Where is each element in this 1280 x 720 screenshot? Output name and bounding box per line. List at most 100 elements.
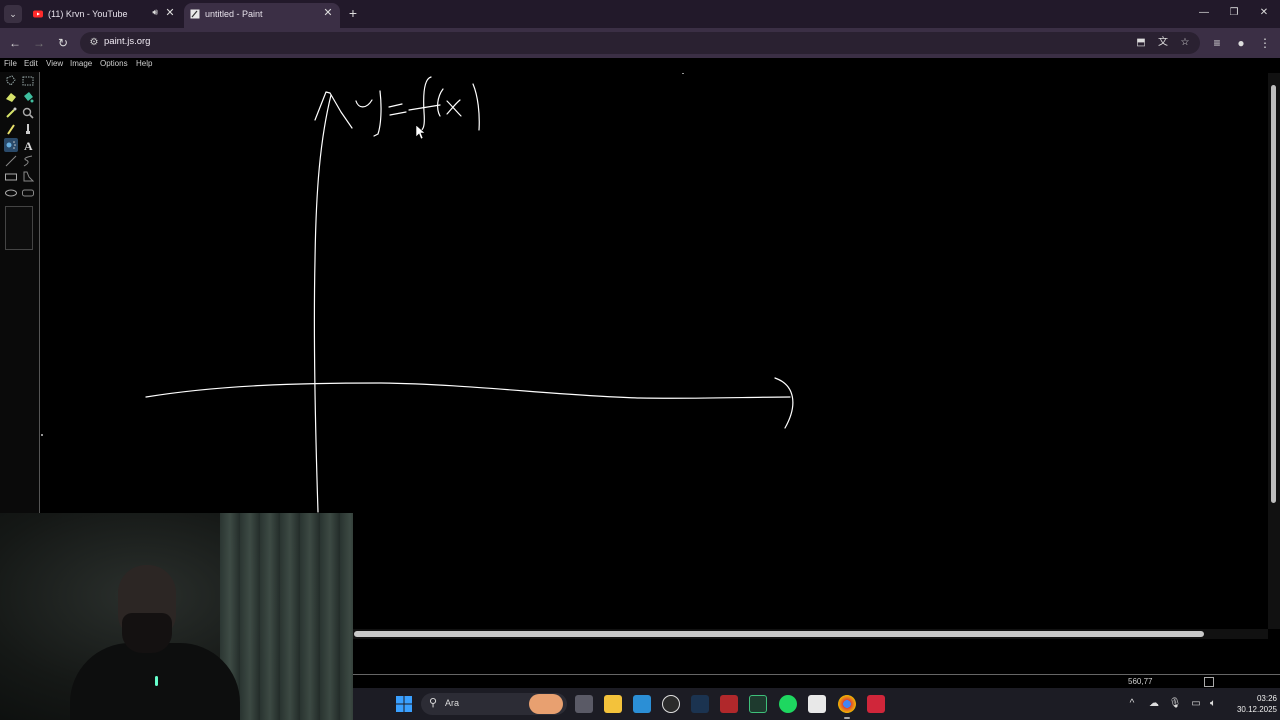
restore-button[interactable]: ❐ — [1222, 5, 1246, 21]
app-icon-4[interactable] — [808, 695, 826, 713]
tool-options-panel[interactable] — [5, 206, 33, 250]
bookmark-star-icon[interactable]: ☆ — [1178, 36, 1192, 50]
letter-y-stroke — [355, 99, 373, 108]
vertical-scroll-thumb[interactable] — [1271, 85, 1276, 503]
rounded-rectangle-icon[interactable] — [21, 186, 35, 200]
canvas-dot-2 — [41, 434, 43, 436]
menu-view[interactable]: View — [46, 59, 63, 68]
more-options-icon[interactable]: ⋮ — [1256, 34, 1274, 52]
browser-toolbar: ← → ↻ ⚙ paint.js.org ⬒ 文 ☆ ≡ ● ⋮ — [0, 28, 1280, 58]
search-label: Ara — [445, 698, 460, 708]
webcam-curtain — [220, 513, 353, 720]
tab-paint[interactable]: untitled - Paint ✕ — [184, 3, 340, 28]
forward-icon[interactable]: → — [30, 34, 48, 52]
color-picker-icon[interactable] — [4, 106, 18, 120]
file-explorer-icon[interactable] — [604, 695, 622, 713]
reading-list-icon[interactable]: ≡ — [1208, 34, 1226, 52]
speaker-icon[interactable]: 🔊︎ — [152, 7, 158, 18]
app-icon-3[interactable] — [749, 695, 767, 713]
url-text: paint.js.org — [104, 36, 151, 47]
search-icon: ⚲ — [429, 697, 438, 709]
airbrush-icon[interactable] — [4, 138, 18, 152]
horizontal-scrollbar[interactable] — [352, 629, 1268, 639]
network-icon[interactable]: ▭ — [1189, 697, 1203, 711]
tab-title: untitled - Paint — [205, 9, 263, 19]
polygon-icon[interactable] — [21, 170, 35, 184]
x-axis-stroke — [145, 382, 791, 399]
profile-avatar[interactable]: ● — [1232, 34, 1250, 52]
news-icon-2[interactable] — [867, 695, 885, 713]
brush-icon[interactable] — [21, 122, 35, 136]
cloud-icon[interactable]: ☁ — [1147, 697, 1161, 711]
menu-image[interactable]: Image — [70, 59, 92, 68]
address-bar[interactable]: ⚙ paint.js.org ⬒ 文 ☆ — [80, 32, 1200, 54]
svg-text:A: A — [24, 139, 33, 152]
spotify-icon[interactable] — [779, 695, 797, 713]
paint-menubar: File Edit View Image Options Help — [0, 58, 1280, 72]
app-icon[interactable] — [633, 695, 651, 713]
select-icon[interactable] — [21, 74, 35, 88]
tab-title: (11) Krvn - YouTube — [48, 9, 128, 19]
news-icon[interactable] — [720, 695, 738, 713]
reload-icon[interactable]: ↻ — [54, 34, 72, 52]
menu-help[interactable]: Help — [136, 59, 152, 68]
webcam-light — [155, 676, 158, 686]
microphone-icon[interactable]: 🎙︎ — [1168, 697, 1182, 711]
x-axis-arrow-stroke — [774, 377, 794, 429]
menu-file[interactable]: File — [4, 59, 17, 68]
paint-status-bar: 560,77 — [352, 674, 1280, 688]
menu-edit[interactable]: Edit — [24, 59, 38, 68]
fill-icon[interactable] — [21, 90, 35, 104]
ellipse-icon[interactable] — [4, 186, 18, 200]
eraser-icon[interactable] — [4, 90, 18, 104]
app-icon-2[interactable] — [662, 695, 680, 713]
free-form-select-icon[interactable] — [4, 74, 18, 88]
install-app-icon[interactable]: ⬒ — [1134, 36, 1148, 50]
translate-icon[interactable]: 文 — [1156, 36, 1170, 50]
close-icon[interactable]: ✕ — [321, 6, 335, 20]
tab-search-button[interactable]: ⌄ — [4, 5, 22, 23]
menu-options[interactable]: Options — [100, 59, 128, 68]
webcam-person-beard — [122, 613, 172, 653]
chevron-up-icon[interactable]: ^ — [1125, 697, 1139, 711]
taskbar-clock[interactable]: 03:26 30.12.2025 — [1221, 693, 1277, 715]
clock-date: 30.12.2025 — [1236, 705, 1277, 714]
site-info-icon[interactable]: ⚙ — [87, 36, 101, 50]
youtube-icon — [33, 10, 43, 18]
canvas-dot — [682, 73, 684, 74]
tab-youtube[interactable]: (11) Krvn - YouTube 🔊︎ ✕ — [27, 3, 182, 28]
letter-f-cross-stroke — [408, 104, 441, 111]
letter-f-stroke — [417, 76, 432, 133]
minimize-button[interactable]: — — [1192, 5, 1216, 21]
cursor-position: 560,77 — [1128, 677, 1153, 686]
paint-toolbox: A — [0, 72, 40, 514]
y-axis-arrow-stroke — [314, 91, 353, 129]
windows-start-icon[interactable] — [395, 695, 413, 713]
taskbar-search[interactable]: ⚲ Ara — [421, 693, 567, 715]
steam-icon[interactable] — [691, 695, 709, 713]
horizontal-scroll-thumb[interactable] — [354, 631, 1204, 637]
windows-taskbar: ⚲ Ara ^ ☁ 🎙︎ ▭ 🔈︎ 03:26 30.12.2025 — [353, 688, 1280, 720]
paren-close-stroke — [472, 83, 480, 131]
rectangle-icon[interactable] — [4, 170, 18, 184]
pencil-icon[interactable] — [4, 122, 18, 136]
equals-stroke-1 — [388, 103, 403, 108]
letter-x-stroke-1 — [446, 100, 462, 117]
vertical-scrollbar[interactable] — [1268, 73, 1280, 629]
task-view-icon[interactable] — [575, 695, 593, 713]
volume-icon[interactable]: 🔈︎ — [1206, 697, 1220, 711]
chrome-icon[interactable] — [838, 695, 856, 713]
magnifier-icon[interactable] — [21, 106, 35, 120]
line-icon[interactable] — [4, 154, 18, 168]
close-window-button[interactable]: ✕ — [1252, 5, 1276, 21]
new-tab-button[interactable]: + — [345, 5, 361, 21]
letter-y-stroke-2 — [373, 90, 382, 137]
browser-tab-bar: ⌄ (11) Krvn - YouTube 🔊︎ ✕ untitled - Pa… — [0, 0, 1280, 28]
back-icon[interactable]: ← — [6, 34, 24, 52]
text-icon[interactable]: A — [21, 138, 35, 152]
curve-icon[interactable] — [21, 154, 35, 168]
search-highlight-icon — [529, 694, 563, 714]
paint-icon — [190, 9, 200, 19]
close-icon[interactable]: ✕ — [163, 6, 177, 20]
paren-open-stroke — [437, 88, 444, 117]
